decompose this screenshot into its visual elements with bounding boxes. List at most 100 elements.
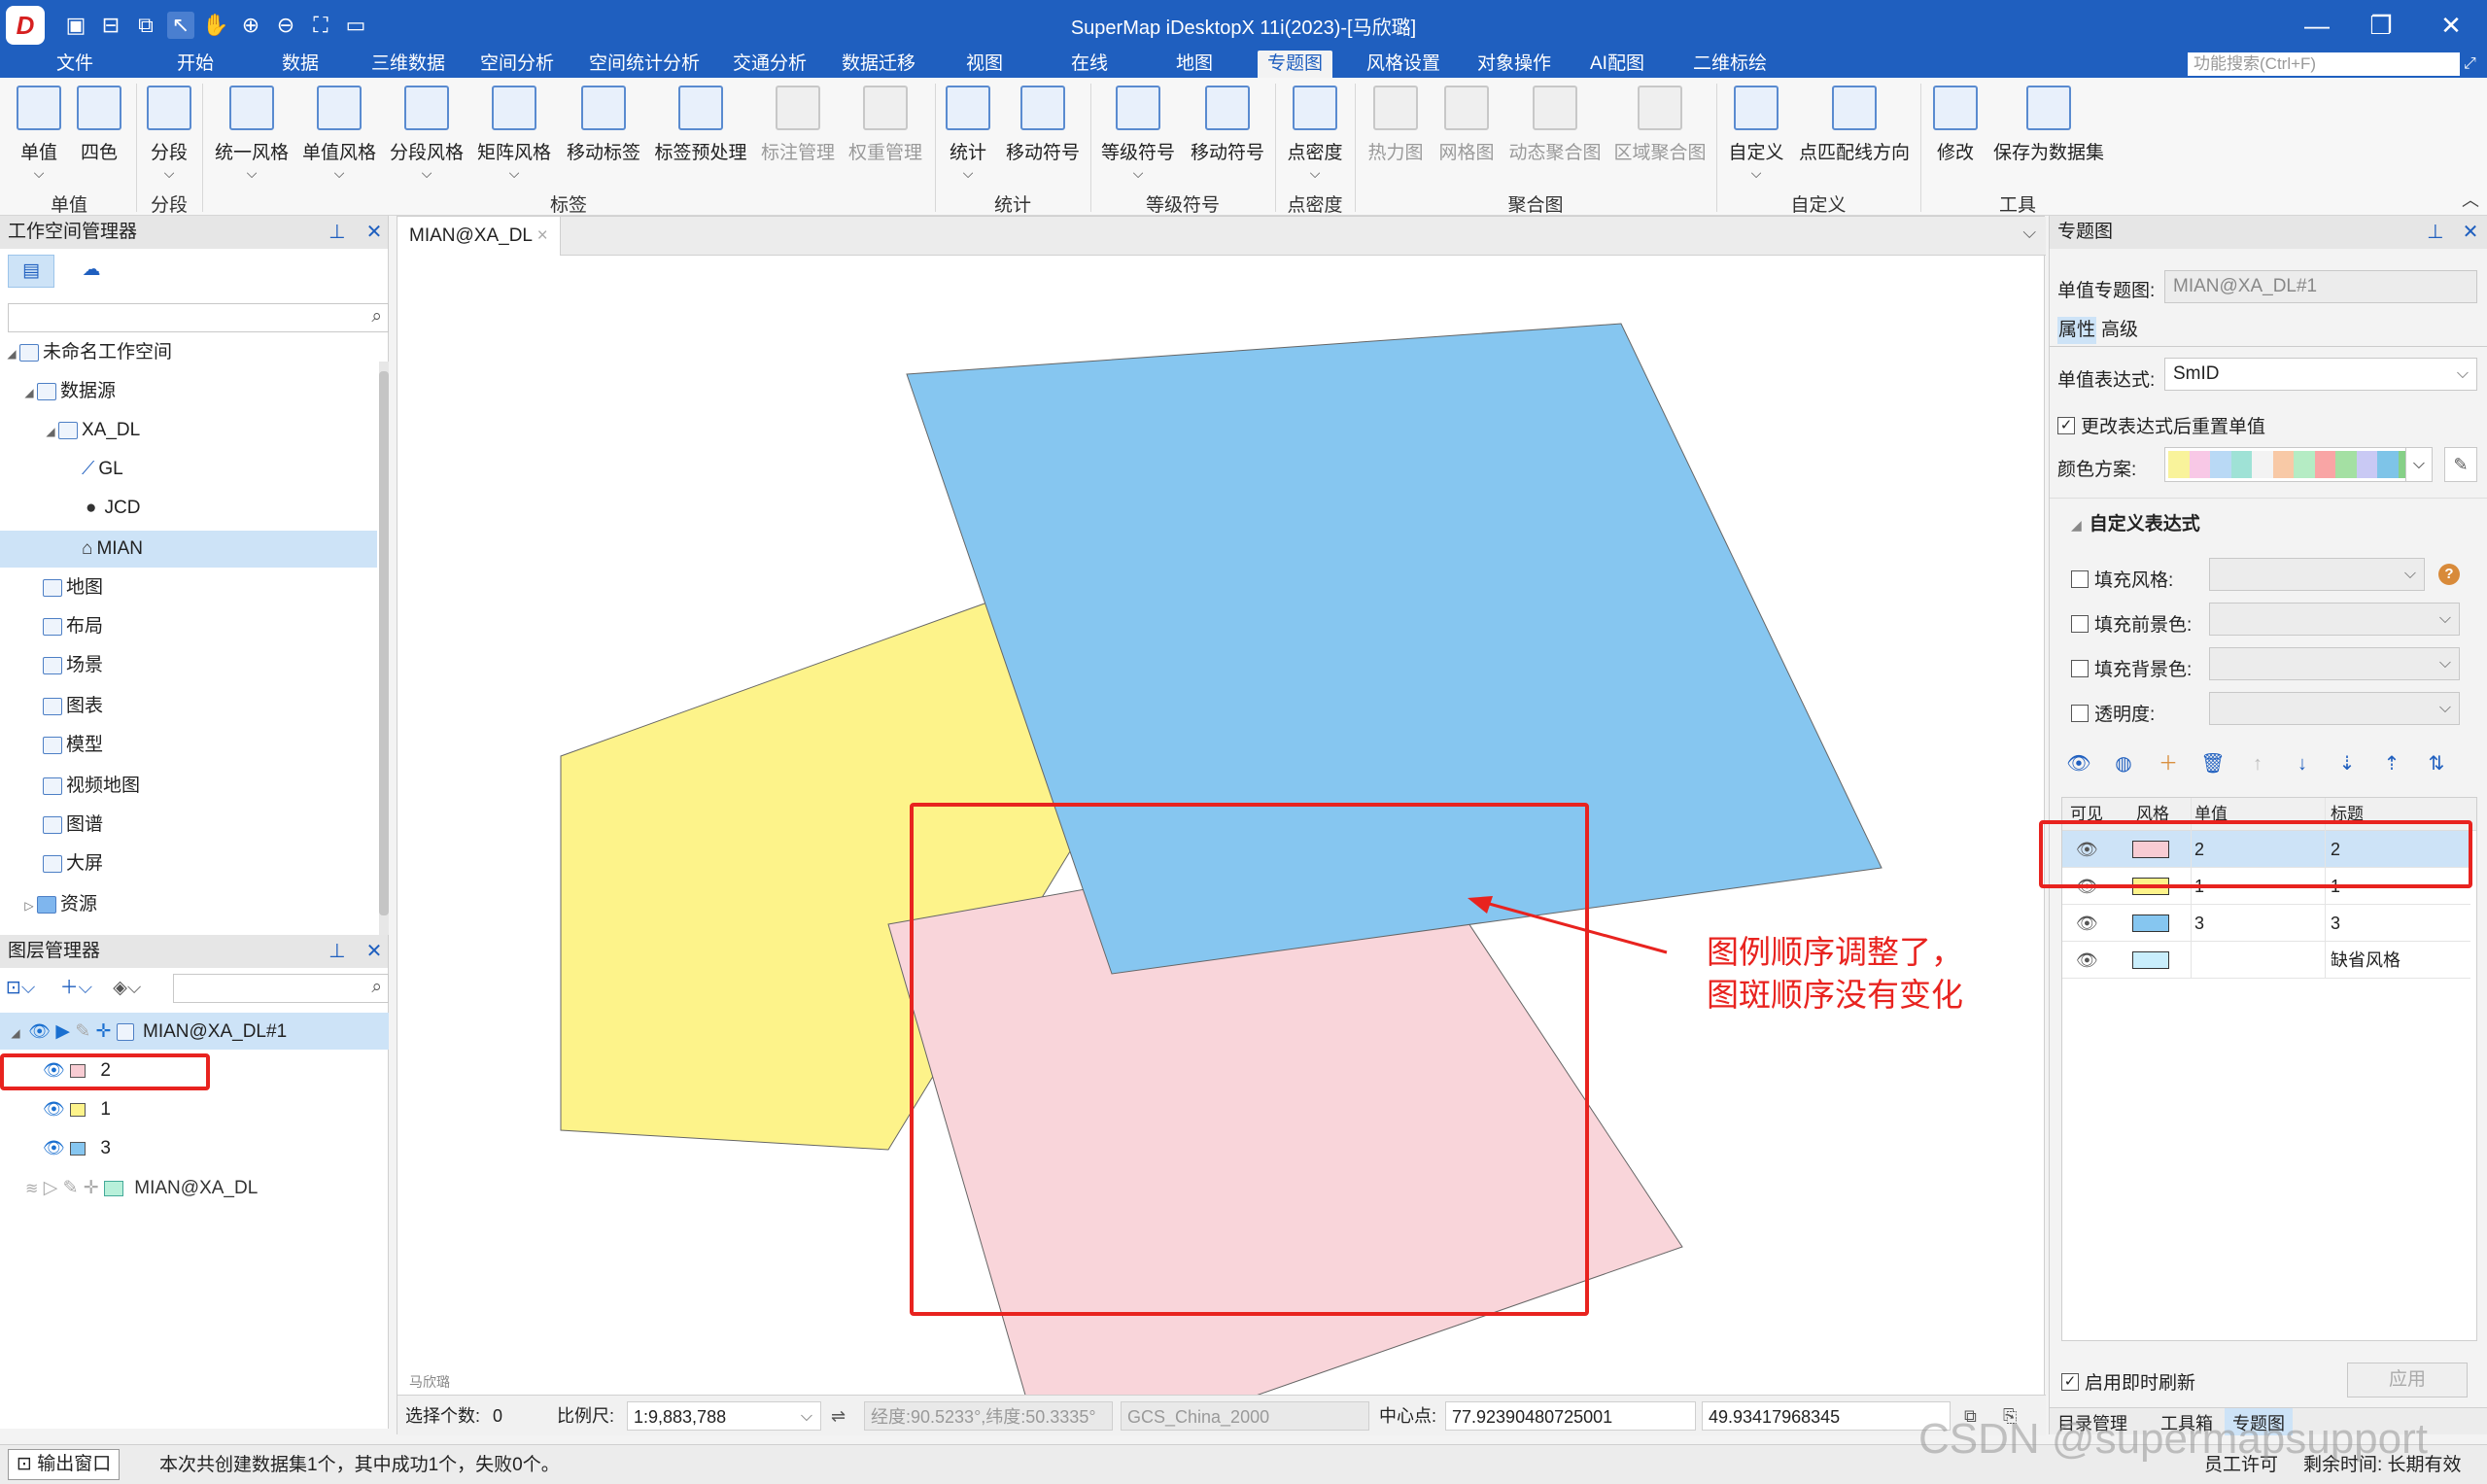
custom-theme-button[interactable]: 自定义 ⌵ bbox=[1722, 82, 1790, 189]
workspace-search-input[interactable]: ⌕ bbox=[8, 303, 389, 332]
menu-map[interactable]: 地图 bbox=[1166, 51, 1223, 78]
fill-style-dropdown[interactable]: ⌵ bbox=[2209, 558, 2425, 591]
move-symbol-button[interactable]: 移动符号 bbox=[1186, 82, 1269, 189]
menu-spatial-analysis[interactable]: 空间分析 bbox=[470, 51, 564, 78]
tab-close-icon[interactable]: × bbox=[537, 225, 548, 246]
apply-button[interactable]: 应用 bbox=[2347, 1363, 2468, 1398]
tree-item-xa-dl[interactable]: ◢ XA_DL bbox=[0, 412, 379, 449]
color-scheme-dropdown[interactable] bbox=[2164, 447, 2423, 482]
point-line-direction-button[interactable]: 点匹配线方向 bbox=[1794, 82, 1915, 189]
fill-foreground-checkbox[interactable]: 填充前景色: bbox=[2071, 610, 2192, 637]
tree-item-video-maps[interactable]: 视频地图 bbox=[0, 768, 379, 805]
menu-spatial-statistics[interactable]: 空间统计分析 bbox=[579, 51, 709, 78]
menu-thematic-map[interactable]: 专题图 bbox=[1258, 51, 1333, 78]
expand-arrow-icon[interactable]: ▷ bbox=[44, 1178, 58, 1198]
add-item-icon[interactable]: ＋⌵ bbox=[60, 978, 92, 998]
workspace-tab-datasource[interactable]: ▤ bbox=[8, 255, 54, 288]
grid-aggregation-button[interactable]: 网格图 bbox=[1433, 82, 1501, 189]
tree-item-workspace[interactable]: ◢ 未命名工作空间 bbox=[0, 334, 379, 371]
delete-icon[interactable]: 🗑 bbox=[2199, 750, 2227, 777]
sort-descending-icon[interactable]: ⇡ bbox=[2378, 750, 2405, 777]
graduated-symbol-button[interactable]: 等级符号 ⌵ bbox=[1096, 82, 1180, 189]
tree-item-maps[interactable]: 地图 bbox=[0, 569, 379, 606]
eye-icon[interactable]: 👁 bbox=[28, 1013, 51, 1050]
visible-toggle-icon[interactable]: 👁 bbox=[2065, 750, 2092, 777]
custom-expression-title[interactable]: ◢ 自定义表达式 bbox=[2071, 509, 2200, 535]
workspace-scrollbar-thumb[interactable] bbox=[379, 371, 389, 915]
menu-start[interactable]: 开始 bbox=[167, 51, 224, 78]
menu-file[interactable]: 文件 bbox=[47, 51, 103, 78]
close-icon[interactable]: ✕ bbox=[2458, 216, 2483, 249]
tab-advanced[interactable]: 高级 bbox=[2100, 317, 2139, 344]
search-icon[interactable]: ⌕ bbox=[371, 306, 382, 328]
tree-item-graph-maps[interactable]: 图谱 bbox=[0, 807, 379, 844]
search-icon[interactable]: ⌕ bbox=[371, 977, 382, 998]
tab-properties[interactable]: 属性 bbox=[2057, 317, 2096, 344]
menu-ai-mapping[interactable]: AI配图 bbox=[1580, 51, 1654, 78]
menu-2d-plotting[interactable]: 二维标绘 bbox=[1683, 51, 1777, 78]
transparency-checkbox[interactable]: 透明度: bbox=[2071, 700, 2155, 726]
menu-traffic-analysis[interactable]: 交通分析 bbox=[723, 51, 816, 78]
selectable-icon[interactable]: ▶ bbox=[55, 1021, 70, 1042]
close-icon[interactable]: ✕ bbox=[362, 216, 387, 249]
eye-icon[interactable]: 👁 bbox=[2076, 942, 2098, 979]
layer-search-input[interactable]: ⌕ bbox=[173, 974, 389, 1003]
move-down-icon[interactable]: ↓ bbox=[2289, 750, 2316, 777]
move-up-icon[interactable]: ↑ bbox=[2244, 750, 2271, 777]
dynamic-aggregation-button[interactable]: 动态聚合图 bbox=[1504, 82, 1606, 189]
maximize-button[interactable]: ❐ bbox=[2362, 8, 2401, 43]
menu-object-operations[interactable]: 对象操作 bbox=[1468, 51, 1561, 78]
add-icon[interactable]: ＋ bbox=[2155, 750, 2182, 777]
style-swatch-icon[interactable] bbox=[2132, 915, 2169, 932]
auto-refresh-checkbox[interactable]: ✓ 启用即时刷新 bbox=[2061, 1368, 2195, 1395]
center-y-input[interactable]: 49.93417968345 bbox=[1702, 1401, 1951, 1431]
help-icon[interactable]: ? bbox=[2438, 564, 2460, 585]
expression-dropdown[interactable]: SmID ⌵ bbox=[2164, 358, 2477, 391]
center-x-input[interactable]: 77.92390480725001 bbox=[1445, 1401, 1696, 1431]
edit-icon[interactable]: ✎ bbox=[63, 1178, 79, 1198]
move-graph-button[interactable]: 移动符号 bbox=[1001, 82, 1085, 189]
checkbox-checked-icon[interactable]: ✓ bbox=[2061, 1372, 2079, 1391]
style-icon[interactable]: ◍ bbox=[2110, 750, 2137, 777]
checkbox-icon[interactable] bbox=[2071, 659, 2089, 677]
eye-icon[interactable]: 👁 bbox=[43, 1090, 65, 1127]
reverse-icon[interactable]: ⇅ bbox=[2423, 750, 2450, 777]
pin-icon[interactable]: ⊥ bbox=[325, 216, 350, 249]
tree-item-models[interactable]: 模型 bbox=[0, 727, 379, 764]
function-search-input[interactable]: 功能搜索(Ctrl+F) bbox=[2188, 52, 2460, 76]
label-preprocess-button[interactable]: 标签预处理 bbox=[649, 82, 752, 189]
tree-item-scenes[interactable]: 场景 bbox=[0, 647, 379, 684]
collapse-arrow-icon[interactable]: ◢ bbox=[4, 335, 19, 372]
dot-density-button[interactable]: 点密度 ⌵ bbox=[1281, 82, 1349, 189]
workspace-tab-cloud[interactable]: ☁ bbox=[68, 255, 115, 288]
fill-background-checkbox[interactable]: 填充背景色: bbox=[2071, 655, 2192, 681]
table-row[interactable]: 👁 缺省风格 bbox=[2062, 942, 2470, 979]
tree-item-dashboards[interactable]: 大屏 bbox=[0, 846, 379, 882]
heatmap-button[interactable]: 热力图 bbox=[1361, 82, 1431, 189]
tree-item-layouts[interactable]: 布局 bbox=[0, 608, 379, 645]
eye-icon[interactable]: 👁 bbox=[2076, 905, 2098, 942]
tree-item-jcd[interactable]: ● JCD bbox=[0, 490, 379, 527]
save-as-dataset-button[interactable]: 保存为数据集 bbox=[1986, 82, 2111, 189]
layer-style-icon[interactable]: ◈⌵ bbox=[113, 978, 141, 998]
matrix-label-button[interactable]: 矩阵风格 ⌵ bbox=[472, 82, 556, 189]
reset-values-checkbox[interactable]: ✓ 更改表达式后重置单值 bbox=[2057, 412, 2265, 438]
menu-online[interactable]: 在线 bbox=[1061, 51, 1118, 78]
checkbox-icon[interactable] bbox=[2071, 569, 2089, 588]
sort-ascending-icon[interactable]: ⇣ bbox=[2333, 750, 2361, 777]
fill-style-checkbox[interactable]: 填充风格: bbox=[2071, 566, 2173, 592]
snap-icon[interactable]: ✛ bbox=[96, 1021, 112, 1042]
graph-theme-button[interactable]: 统计 ⌵ bbox=[941, 82, 995, 189]
annotation-manage-button[interactable]: 标注管理 bbox=[756, 82, 840, 189]
modify-button[interactable]: 修改 bbox=[1928, 82, 1983, 189]
weight-manage-button[interactable]: 权重管理 bbox=[844, 82, 927, 189]
fill-background-dropdown[interactable]: ⌵ bbox=[2209, 647, 2460, 680]
unique-value-button[interactable]: 单值 ⌵ bbox=[12, 82, 66, 189]
layer-row-dataset[interactable]: ≋ ▷ ✎ ✛ MIAN@XA_DL bbox=[0, 1170, 389, 1207]
expand-arrow-icon[interactable]: ▷ bbox=[21, 887, 37, 924]
tree-item-charts[interactable]: 图表 bbox=[0, 688, 379, 725]
tree-item-resources[interactable]: ▷ 资源 bbox=[0, 886, 379, 923]
hidden-eye-icon[interactable]: ≋ bbox=[25, 1181, 38, 1197]
unique-label-button[interactable]: 单值风格 ⌵ bbox=[297, 82, 381, 189]
menu-data-migration[interactable]: 数据迁移 bbox=[832, 51, 925, 78]
